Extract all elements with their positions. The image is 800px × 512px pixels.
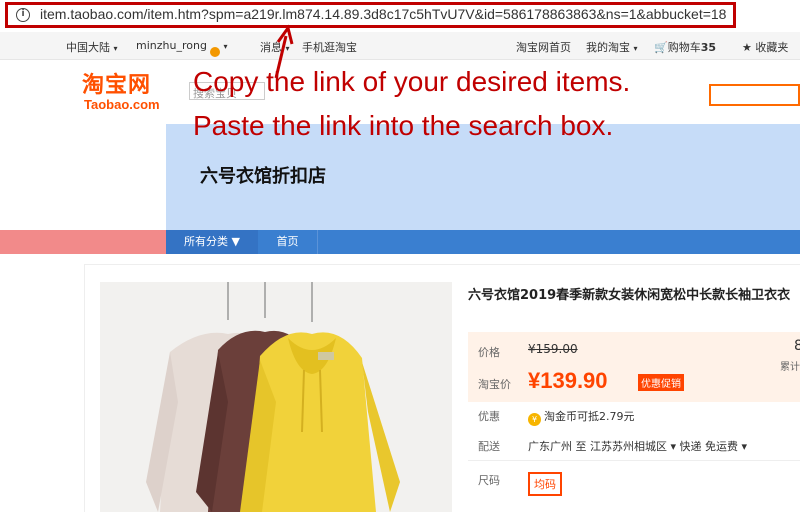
star-icon: ★ bbox=[742, 41, 752, 54]
region-selector[interactable]: 中国大陆 ▾ bbox=[66, 39, 118, 55]
size-row: 尺码 bbox=[468, 468, 800, 492]
logo-en-text: Taobao.com bbox=[84, 97, 160, 112]
discount-text: 淘金币可抵2.79元 bbox=[544, 410, 635, 423]
price-label: 价格 bbox=[478, 346, 500, 359]
chevron-down-icon: ▾ bbox=[113, 44, 118, 53]
taobao-home-link[interactable]: 淘宝网首页 bbox=[516, 39, 571, 55]
cart-label: 购物车 bbox=[667, 41, 701, 54]
all-categories-menu[interactable]: 所有分类 ▼ bbox=[166, 230, 258, 254]
sales-number: 8 bbox=[794, 338, 800, 354]
size-label: 尺码 bbox=[478, 474, 500, 487]
user-menu[interactable]: minzhu_rong ▾ bbox=[136, 39, 228, 57]
shipping-row: 配送 广东广州 至 江苏苏州相城区 ▾ 快递 免运费 ▾ bbox=[468, 434, 800, 458]
chevron-down-icon: ▾ bbox=[633, 44, 638, 53]
shipping-label: 配送 bbox=[478, 440, 500, 453]
shop-home-tab[interactable]: 首页 bbox=[258, 230, 318, 254]
discount-row: 优惠 ¥ 淘金币可抵2.79元 bbox=[468, 404, 800, 428]
username-label: minzhu_rong bbox=[136, 39, 207, 52]
favorites-label: 收藏夹 bbox=[755, 41, 789, 54]
search-box-highlight[interactable] bbox=[709, 84, 800, 106]
discount-label: 优惠 bbox=[478, 410, 500, 423]
coin-icon bbox=[209, 47, 220, 57]
banner-left-spacer bbox=[0, 124, 166, 230]
discount-value: ¥ 淘金币可抵2.79元 bbox=[528, 408, 635, 426]
favorites-menu[interactable]: ★ 收藏夹 bbox=[742, 39, 788, 55]
top-nav-bar: 中国大陆 ▾ minzhu_rong ▾ 消息 ▾ 手机逛淘宝 淘宝网首页 我的… bbox=[0, 32, 800, 60]
cart-icon: 🛒 bbox=[654, 41, 668, 54]
annotation-line-1: Copy the link of your desired items. bbox=[193, 66, 631, 97]
shipping-selector[interactable]: 广东广州 至 江苏苏州相城区 ▾ 快递 免运费 ▾ bbox=[528, 438, 747, 454]
my-taobao-menu[interactable]: 我的淘宝 ▾ bbox=[586, 39, 638, 55]
cart-link[interactable]: 🛒购物车35 bbox=[654, 39, 716, 55]
shop-nav-left bbox=[0, 230, 166, 254]
product-image[interactable] bbox=[100, 282, 452, 512]
hoodies-illustration bbox=[100, 282, 452, 512]
taojinbi-coin-icon: ¥ bbox=[528, 413, 541, 426]
divider bbox=[468, 460, 800, 461]
annotation-line-2: Paste the link into the search box. bbox=[193, 110, 614, 141]
product-title: 六号衣馆2019春季新款女装休闲宽松中长款长袖卫衣衣 bbox=[468, 288, 791, 303]
cart-count: 35 bbox=[700, 41, 717, 54]
size-option-one-size[interactable]: 均码 bbox=[528, 472, 562, 496]
tb-price-label: 淘宝价 bbox=[478, 378, 511, 391]
region-label: 中国大陆 bbox=[66, 41, 110, 54]
taobao-price: ¥139.90 bbox=[528, 368, 608, 393]
shop-name[interactable]: 六号衣馆折扣店 bbox=[200, 162, 326, 188]
original-price: ¥159.00 bbox=[528, 342, 578, 356]
logo-cn-text: 淘宝网 bbox=[82, 73, 152, 98]
promo-badge[interactable]: 优惠促销 bbox=[638, 374, 684, 391]
browser-address-bar[interactable]: i item.taobao.com/item.htm?spm=a219r.lm8… bbox=[0, 0, 800, 30]
my-taobao-label: 我的淘宝 bbox=[586, 41, 630, 54]
shop-nav: 所有分类 ▼ 首页 bbox=[166, 230, 800, 254]
price-box: 价格 ¥159.00 淘宝价 ¥139.90 优惠促销 8 累计 bbox=[468, 332, 800, 402]
sales-label: 累计 bbox=[780, 362, 800, 373]
chevron-down-icon: ▾ bbox=[223, 42, 228, 51]
taobao-logo[interactable]: 淘宝网 Taobao.com bbox=[82, 74, 160, 112]
mobile-taobao-link[interactable]: 手机逛淘宝 bbox=[302, 39, 357, 55]
url-highlight-box bbox=[5, 2, 736, 28]
